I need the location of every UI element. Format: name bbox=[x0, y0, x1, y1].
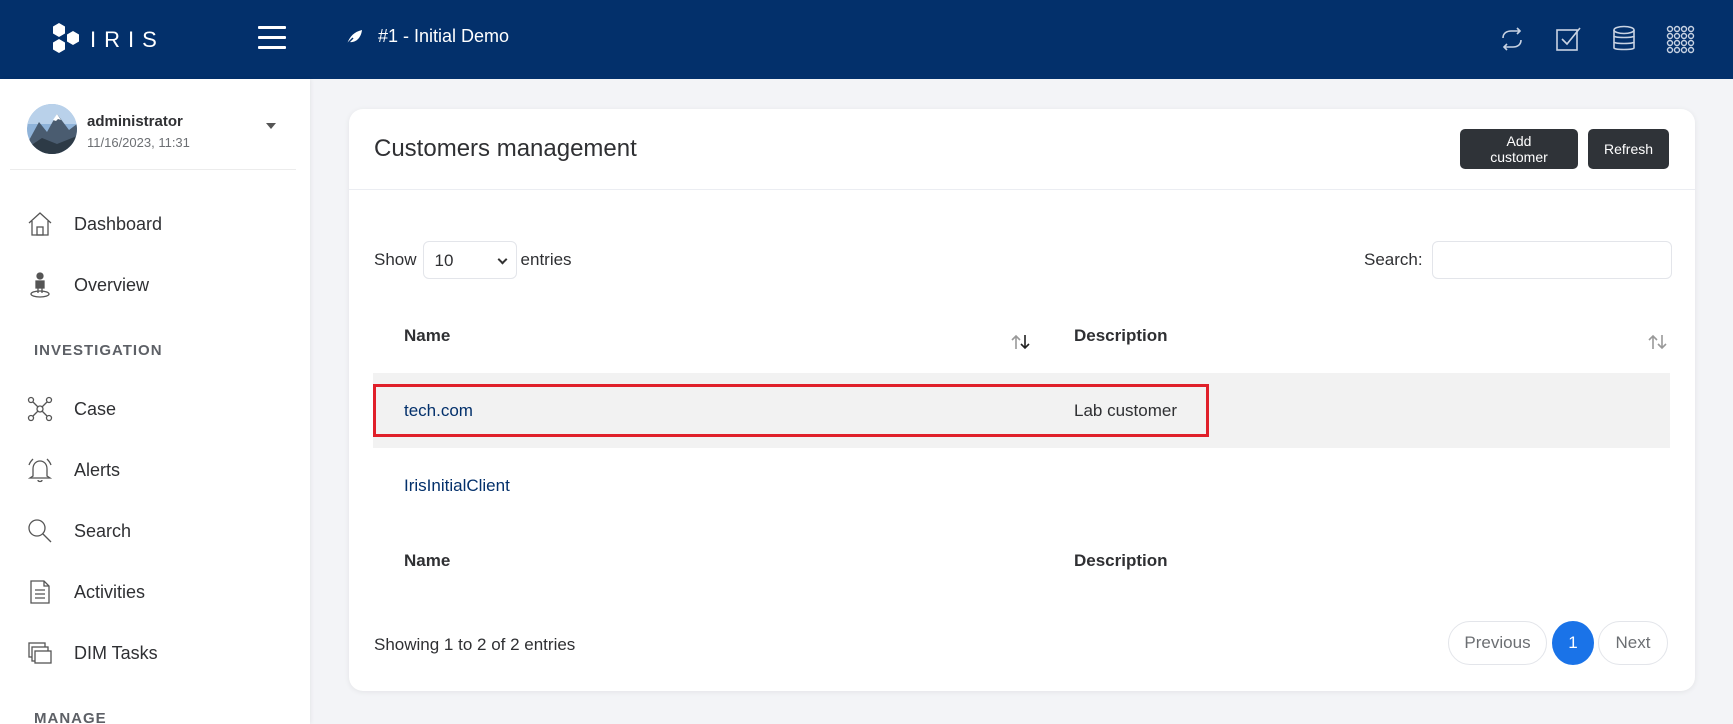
case-title: #1 - Initial Demo bbox=[378, 26, 510, 46]
table-search: Search: bbox=[1364, 241, 1672, 279]
customers-card: Customers management Add customer Refres… bbox=[349, 109, 1695, 691]
footer-column-description: Description bbox=[1074, 551, 1168, 570]
network-icon bbox=[26, 395, 54, 423]
customer-description: Lab customer bbox=[1074, 401, 1177, 420]
top-icons bbox=[1471, 24, 1695, 54]
leaf-icon bbox=[345, 29, 362, 46]
customer-name-link[interactable]: IrisInitialClient bbox=[404, 476, 510, 496]
pagination-next[interactable]: Next bbox=[1598, 621, 1668, 665]
brand-logo[interactable]: IRIS bbox=[48, 20, 165, 60]
hexagon-logo-icon bbox=[53, 23, 79, 53]
home-icon bbox=[26, 210, 54, 238]
sidebar-item-alerts[interactable]: Alerts bbox=[0, 445, 310, 495]
sidebar-item-label: Alerts bbox=[74, 459, 121, 480]
user-name: administrator bbox=[87, 113, 183, 130]
sidebar-item-label: Search bbox=[74, 520, 132, 541]
entries-length-control: Show 10 entries bbox=[374, 241, 572, 279]
section-investigation: INVESTIGATION bbox=[34, 342, 163, 359]
column-header-description[interactable]: Description bbox=[1074, 326, 1168, 346]
sidebar-item-dim-tasks[interactable]: DIM Tasks bbox=[0, 628, 310, 678]
menu-toggle-icon[interactable] bbox=[258, 26, 286, 52]
entries-select[interactable]: 10 bbox=[422, 241, 517, 279]
sort-icon[interactable] bbox=[1010, 333, 1032, 351]
pagination-page-1[interactable]: 1 bbox=[1552, 621, 1594, 665]
section-manage: MANAGE bbox=[34, 710, 107, 724]
customer-name-link[interactable]: tech.com bbox=[404, 401, 473, 421]
sidebar-item-overview[interactable]: Overview bbox=[0, 260, 310, 310]
chevron-down-icon bbox=[497, 254, 507, 265]
sidebar-item-label: Case bbox=[74, 398, 117, 419]
sidebar-item-activities[interactable]: Activities bbox=[0, 567, 310, 617]
sort-icon[interactable] bbox=[1647, 333, 1669, 351]
sidebar: administrator 11/16/2023, 11:31 Dashboar… bbox=[0, 79, 310, 724]
brand-name: IRIS bbox=[90, 27, 165, 52]
refresh-button[interactable]: Refresh bbox=[1588, 129, 1669, 169]
entries-label: entries bbox=[520, 250, 572, 269]
sidebar-item-label: Overview bbox=[74, 274, 150, 295]
sidebar-item-search[interactable]: Search bbox=[0, 506, 310, 556]
footer-column-name: Name bbox=[404, 551, 451, 570]
user-profile: administrator 11/16/2023, 11:31 bbox=[10, 79, 296, 170]
person-pin-icon bbox=[26, 271, 54, 299]
checkbox-icon[interactable] bbox=[1553, 24, 1583, 54]
add-customer-button[interactable]: Add customer bbox=[1460, 129, 1578, 169]
sidebar-item-dashboard[interactable]: Dashboard bbox=[0, 199, 310, 249]
stack-icon bbox=[26, 639, 54, 667]
column-header-name[interactable]: Name bbox=[404, 326, 450, 346]
page-title: Customers management bbox=[374, 135, 637, 162]
entries-value: 10 bbox=[434, 251, 454, 270]
sidebar-item-label: Activities bbox=[74, 581, 146, 602]
sidebar-item-label: DIM Tasks bbox=[74, 642, 158, 663]
sidebar-item-label: Dashboard bbox=[74, 213, 163, 234]
current-case[interactable]: #1 - Initial Demo bbox=[344, 26, 509, 47]
sidebar-item-case[interactable]: Case bbox=[0, 384, 310, 434]
top-navbar: IRIS #1 - Initial Demo bbox=[0, 0, 1733, 79]
sync-icon[interactable] bbox=[1497, 24, 1527, 54]
user-menu-caret-icon[interactable] bbox=[266, 123, 276, 129]
bell-icon bbox=[26, 456, 54, 484]
list-doc-icon bbox=[26, 578, 54, 606]
user-datetime: 11/16/2023, 11:31 bbox=[87, 135, 190, 150]
grid-icon[interactable] bbox=[1665, 24, 1695, 54]
search-icon bbox=[26, 517, 54, 545]
search-input[interactable] bbox=[1431, 241, 1672, 279]
pagination-previous[interactable]: Previous bbox=[1448, 621, 1547, 665]
show-label: Show bbox=[374, 250, 417, 269]
avatar[interactable] bbox=[27, 104, 77, 154]
database-icon[interactable] bbox=[1609, 24, 1639, 54]
search-label: Search: bbox=[1364, 250, 1423, 269]
table-info: Showing 1 to 2 of 2 entries bbox=[374, 635, 576, 654]
card-header: Customers management Add customer Refres… bbox=[349, 109, 1695, 190]
